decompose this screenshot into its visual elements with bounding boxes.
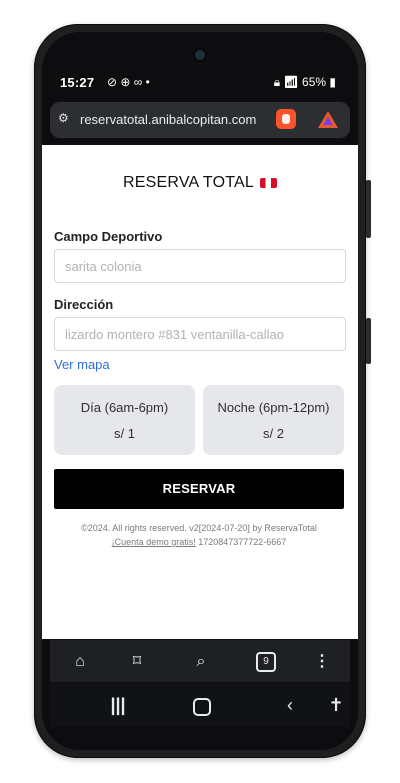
site-settings-icon[interactable]: ⚙︎ (58, 111, 74, 127)
demo-account-link[interactable]: ¡Cuenta demo gratis! (112, 537, 196, 547)
option-noche[interactable]: Noche (6pm-12pm) s/ 2 (203, 385, 344, 455)
status-time: 15:27 (60, 75, 95, 90)
tabs-button[interactable]: 9 (256, 652, 276, 672)
wifi-icon: 📶︎ (283, 75, 299, 89)
accessibility-icon[interactable]: ✝︎ (326, 695, 346, 715)
url-text[interactable]: reservatotal.anibalcopitan.com (80, 112, 298, 127)
front-camera (195, 50, 205, 60)
status-bar: 15:27 ⊘ ⊕ ∞ • 🔒︎ 📶︎ 65% ▮ (54, 75, 346, 93)
address-bar[interactable]: ⚙︎ reservatotal.anibalcopitan.com (50, 102, 350, 138)
title-text: RESERVA TOTAL (123, 174, 254, 191)
back-icon[interactable]: ‹ (280, 695, 300, 715)
footer-line2: ¡Cuenta demo gratis! 1720847377722-6667 (54, 535, 344, 549)
bookmark-icon[interactable]: ⌑ (127, 652, 147, 672)
home-nav-icon[interactable] (193, 698, 211, 716)
volume-button (366, 180, 371, 238)
option-noche-label: Noche (6pm-12pm) (217, 400, 330, 415)
campo-field[interactable] (54, 249, 346, 283)
option-noche-price: s/ 2 (263, 426, 284, 441)
home-icon[interactable]: ⌂ (70, 652, 90, 672)
reservar-button[interactable]: RESERVAR (54, 469, 344, 509)
footer-copyright: ©2024. All rights reserved. v2[2024-07-2… (81, 523, 317, 533)
status-right: 🔒︎ 📶︎ 65% ▮ (274, 75, 336, 90)
direccion-label: Dirección (54, 297, 114, 312)
option-dia-price: s/ 1 (114, 426, 135, 441)
footer: ©2024. All rights reserved. v2[2024-07-2… (54, 521, 344, 549)
more-menu-icon[interactable]: ⋮ (312, 652, 332, 672)
lock-icon: 🔒︎ (273, 75, 281, 89)
ver-mapa-link[interactable]: Ver mapa (54, 357, 110, 372)
search-icon[interactable]: ⌕ (191, 652, 211, 672)
page-title: RESERVA TOTAL (42, 174, 358, 192)
status-left-icons: ⊘ ⊕ ∞ • (107, 75, 150, 89)
battery-percent: 65% (302, 75, 327, 89)
option-dia-label: Día (6am-6pm) (80, 400, 169, 415)
brave-rewards-icon[interactable] (318, 111, 338, 128)
web-page: RESERVA TOTAL Campo Deportivo Dirección … (42, 145, 358, 639)
direccion-field[interactable] (54, 317, 346, 351)
browser-toolbar: ⌂ ⌑ ⌕ 9 ⋮ (50, 640, 350, 682)
campo-label: Campo Deportivo (54, 229, 163, 244)
footer-phone: 1720847377722-6667 (195, 537, 287, 547)
campo-input[interactable] (55, 250, 345, 282)
option-dia[interactable]: Día (6am-6pm) s/ 1 (54, 385, 195, 455)
peru-flag-icon (259, 177, 277, 188)
brave-shield-icon[interactable] (276, 109, 296, 129)
battery-icon: ▮ (329, 75, 336, 89)
direccion-input[interactable] (55, 318, 345, 350)
recent-apps-icon[interactable]: ||| (108, 695, 128, 715)
system-nav-bar: ||| ‹ ✝︎ (50, 683, 350, 727)
power-button (366, 318, 371, 364)
